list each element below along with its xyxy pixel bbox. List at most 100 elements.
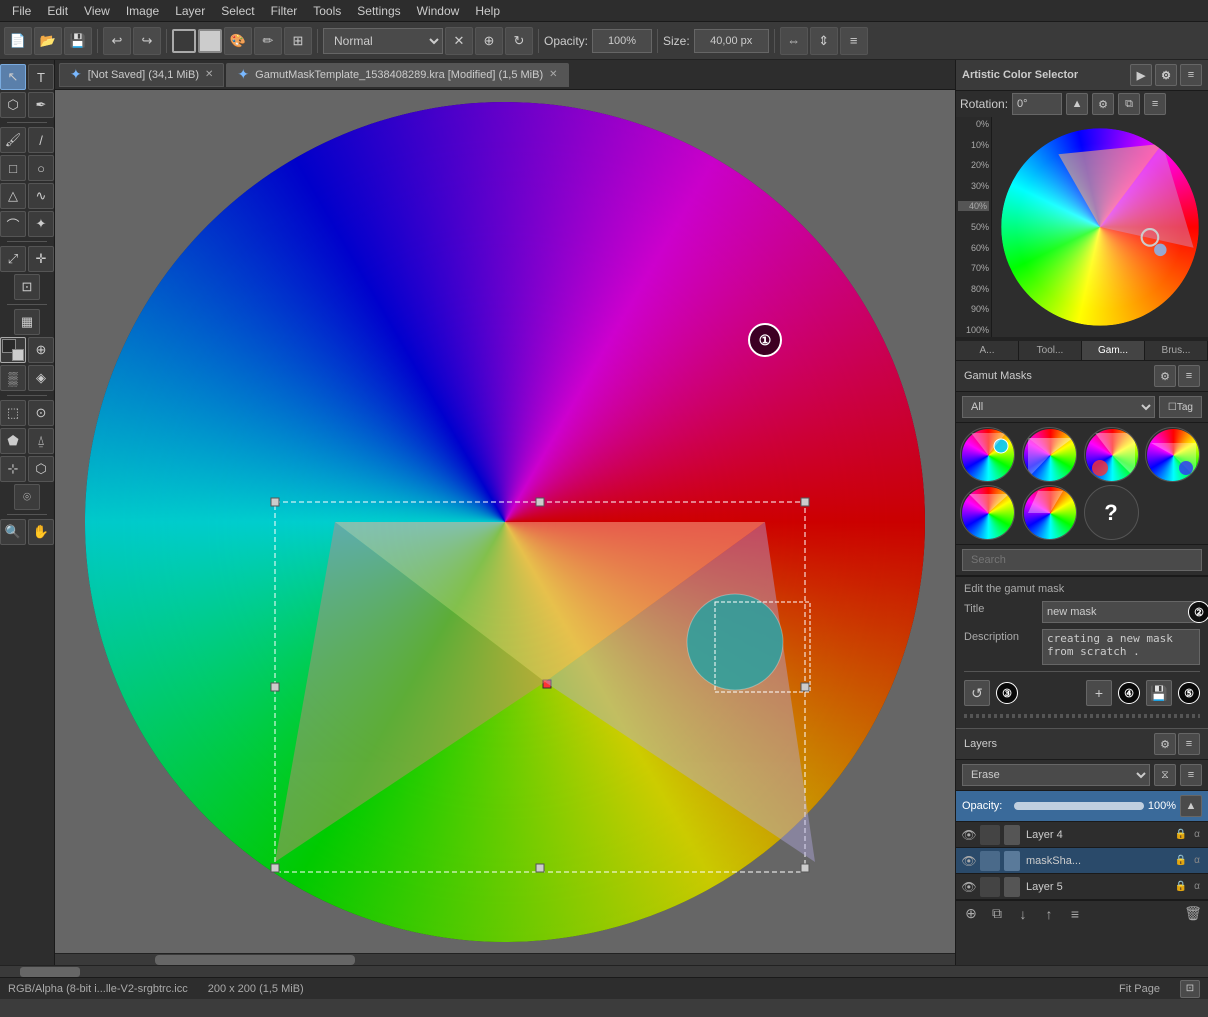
crop-button[interactable]: ⊡ [14, 274, 40, 300]
layers-options-button[interactable]: ≡ [1180, 764, 1202, 786]
redo-button[interactable]: ↪ [133, 27, 161, 55]
path-button[interactable]: ⌒ [0, 211, 26, 237]
delete-layer-button[interactable]: 🗑 [1182, 903, 1204, 925]
mask-thumb-6[interactable] [1022, 485, 1077, 540]
move-button[interactable]: ✛ [28, 246, 54, 272]
tab-gamut[interactable]: ✦ GamutMaskTemplate_1538408289.kra [Modi… [226, 63, 568, 87]
fit-page-label[interactable]: Fit Page [1119, 983, 1160, 995]
acs-play-button[interactable]: ▶ [1130, 64, 1152, 86]
acs-mini-wheel[interactable] [996, 121, 1204, 333]
menu-image[interactable]: Image [118, 2, 167, 20]
acs-config-button[interactable]: ⚙ [1092, 93, 1114, 115]
zoom-button[interactable]: 🔍 [0, 519, 26, 545]
rect-select-button[interactable]: ⬚ [0, 400, 26, 426]
menu-window[interactable]: Window [409, 2, 468, 20]
select-tool-button[interactable]: ↖ [0, 64, 26, 90]
save-button[interactable]: 💾 [64, 27, 92, 55]
lasso-button[interactable]: ⌾ [14, 484, 40, 510]
color-settings-button[interactable]: 🎨 [224, 27, 252, 55]
mask-thumb-2[interactable] [1022, 427, 1077, 482]
mask-thumb-1[interactable] [960, 427, 1015, 482]
title-input[interactable] [1042, 601, 1200, 623]
bezier-button[interactable]: ∿ [28, 183, 54, 209]
search-input[interactable] [962, 549, 1202, 571]
fit-page-button[interactable]: ⊡ [1180, 980, 1200, 998]
transform-button[interactable]: ⤢ [0, 246, 26, 272]
menu-view[interactable]: View [76, 2, 118, 20]
undo-button[interactable]: ↩ [103, 27, 131, 55]
layers-mode-dropdown[interactable]: Erase [962, 764, 1150, 786]
layer-options-button[interactable]: ≡ [1064, 903, 1086, 925]
description-textarea[interactable]: creating a new mask from scratch . [1042, 629, 1200, 665]
freehand-select-button[interactable]: ⍙ [28, 428, 54, 454]
calligraphy-button[interactable]: ✒ [28, 92, 54, 118]
tab-gam[interactable]: Gam... [1082, 341, 1145, 360]
layers-filter-button[interactable]: ⧖ [1154, 764, 1176, 786]
contiguous-select-button[interactable]: ⊹ [0, 456, 26, 482]
mask-thumb-4[interactable] [1145, 427, 1200, 482]
grid-button[interactable]: ⊞ [284, 27, 312, 55]
mask-thumb-3[interactable] [1084, 427, 1139, 482]
open-button[interactable]: 📂 [34, 27, 62, 55]
layer-row-3[interactable]: 👁 Layer 5 🔒 α [956, 874, 1208, 900]
layer-1-eye-icon[interactable]: 👁 [960, 828, 978, 842]
snap-button[interactable]: ⊕ [475, 27, 503, 55]
tab-brus[interactable]: Brus... [1145, 341, 1208, 360]
layer-row-1[interactable]: 👁 Layer 4 🔒 α [956, 822, 1208, 848]
smart-patch-button[interactable]: ◈ [28, 365, 54, 391]
layer-3-eye-icon[interactable]: 👁 [960, 880, 978, 894]
menu-file[interactable]: File [4, 2, 39, 20]
gradient-tool-button[interactable]: ▒ [0, 365, 26, 391]
sample-color-button[interactable]: ⊕ [28, 337, 54, 363]
mirror-x-button[interactable]: ⇔ [780, 27, 808, 55]
layer-2-eye-icon[interactable]: 👁 [960, 854, 978, 868]
move-down-button[interactable]: ↓ [1012, 903, 1034, 925]
layers-minimize-button[interactable]: ≡ [1178, 733, 1200, 755]
mask-thumb-7[interactable]: ? [1084, 485, 1139, 540]
fg-color-button[interactable] [0, 337, 26, 363]
menu-select[interactable]: Select [213, 2, 262, 20]
new-document-button[interactable]: 📄 [4, 27, 32, 55]
menu-settings[interactable]: Settings [349, 2, 408, 20]
menu-filter[interactable]: Filter [263, 2, 306, 20]
tab-a[interactable]: A... [956, 341, 1019, 360]
rotation-input[interactable] [1012, 93, 1062, 115]
tab-tool[interactable]: Tool... [1019, 341, 1082, 360]
tag-button[interactable]: ☐ Tag [1159, 396, 1202, 418]
ellipse-tool-button[interactable]: ○ [28, 155, 54, 181]
hscroll-thumb[interactable] [155, 955, 355, 965]
save-mask-button[interactable]: 💾 [1146, 680, 1172, 706]
move-up-button[interactable]: ↑ [1038, 903, 1060, 925]
add-layer-button[interactable]: ⊕ [960, 903, 982, 925]
text-tool-button[interactable]: T [28, 64, 54, 90]
layers-button[interactable]: ▦ [14, 309, 40, 335]
mirror-y-button[interactable]: ⇕ [810, 27, 838, 55]
pan-button[interactable]: ✋ [28, 519, 54, 545]
select-shapes-button[interactable]: ⬡ [28, 456, 54, 482]
mask-thumb-5[interactable] [960, 485, 1015, 540]
clear-button[interactable]: ✕ [445, 27, 473, 55]
opacity-slider[interactable] [1014, 802, 1144, 810]
filter-dropdown[interactable]: All [962, 396, 1155, 418]
polygon-tool-button[interactable]: △ [0, 183, 26, 209]
layers-settings-button[interactable]: ⚙ [1154, 733, 1176, 755]
acs-minimize-button[interactable]: ≡ [1144, 93, 1166, 115]
ellipse-select-button[interactable]: ⊙ [28, 400, 54, 426]
acs-float-button[interactable]: ⧉ [1118, 93, 1140, 115]
gamut-settings-button[interactable]: ⚙ [1154, 365, 1176, 387]
vertical-scrollbar[interactable] [0, 965, 1208, 977]
opacity-input[interactable] [592, 29, 652, 53]
acs-close-button[interactable]: ≡ [1180, 64, 1202, 86]
rotate-button[interactable]: ↻ [505, 27, 533, 55]
tab-gamut-close[interactable]: ✕ [549, 69, 557, 80]
line-tool-button[interactable]: / [28, 127, 54, 153]
layer-row-2[interactable]: 👁 maskSha... 🔒 α [956, 848, 1208, 874]
tab-not-saved-close[interactable]: ✕ [205, 69, 213, 80]
freehand-brush-button[interactable]: 🖌 [0, 127, 26, 153]
shape-select-button[interactable]: ⬡ [0, 92, 26, 118]
menu-layer[interactable]: Layer [167, 2, 213, 20]
menu-help[interactable]: Help [467, 2, 508, 20]
stroke-color-button[interactable] [198, 29, 222, 53]
rotation-up-button[interactable]: ▲ [1066, 93, 1088, 115]
tab-not-saved[interactable]: ✦ [Not Saved] (34,1 MiB) ✕ [59, 63, 224, 87]
